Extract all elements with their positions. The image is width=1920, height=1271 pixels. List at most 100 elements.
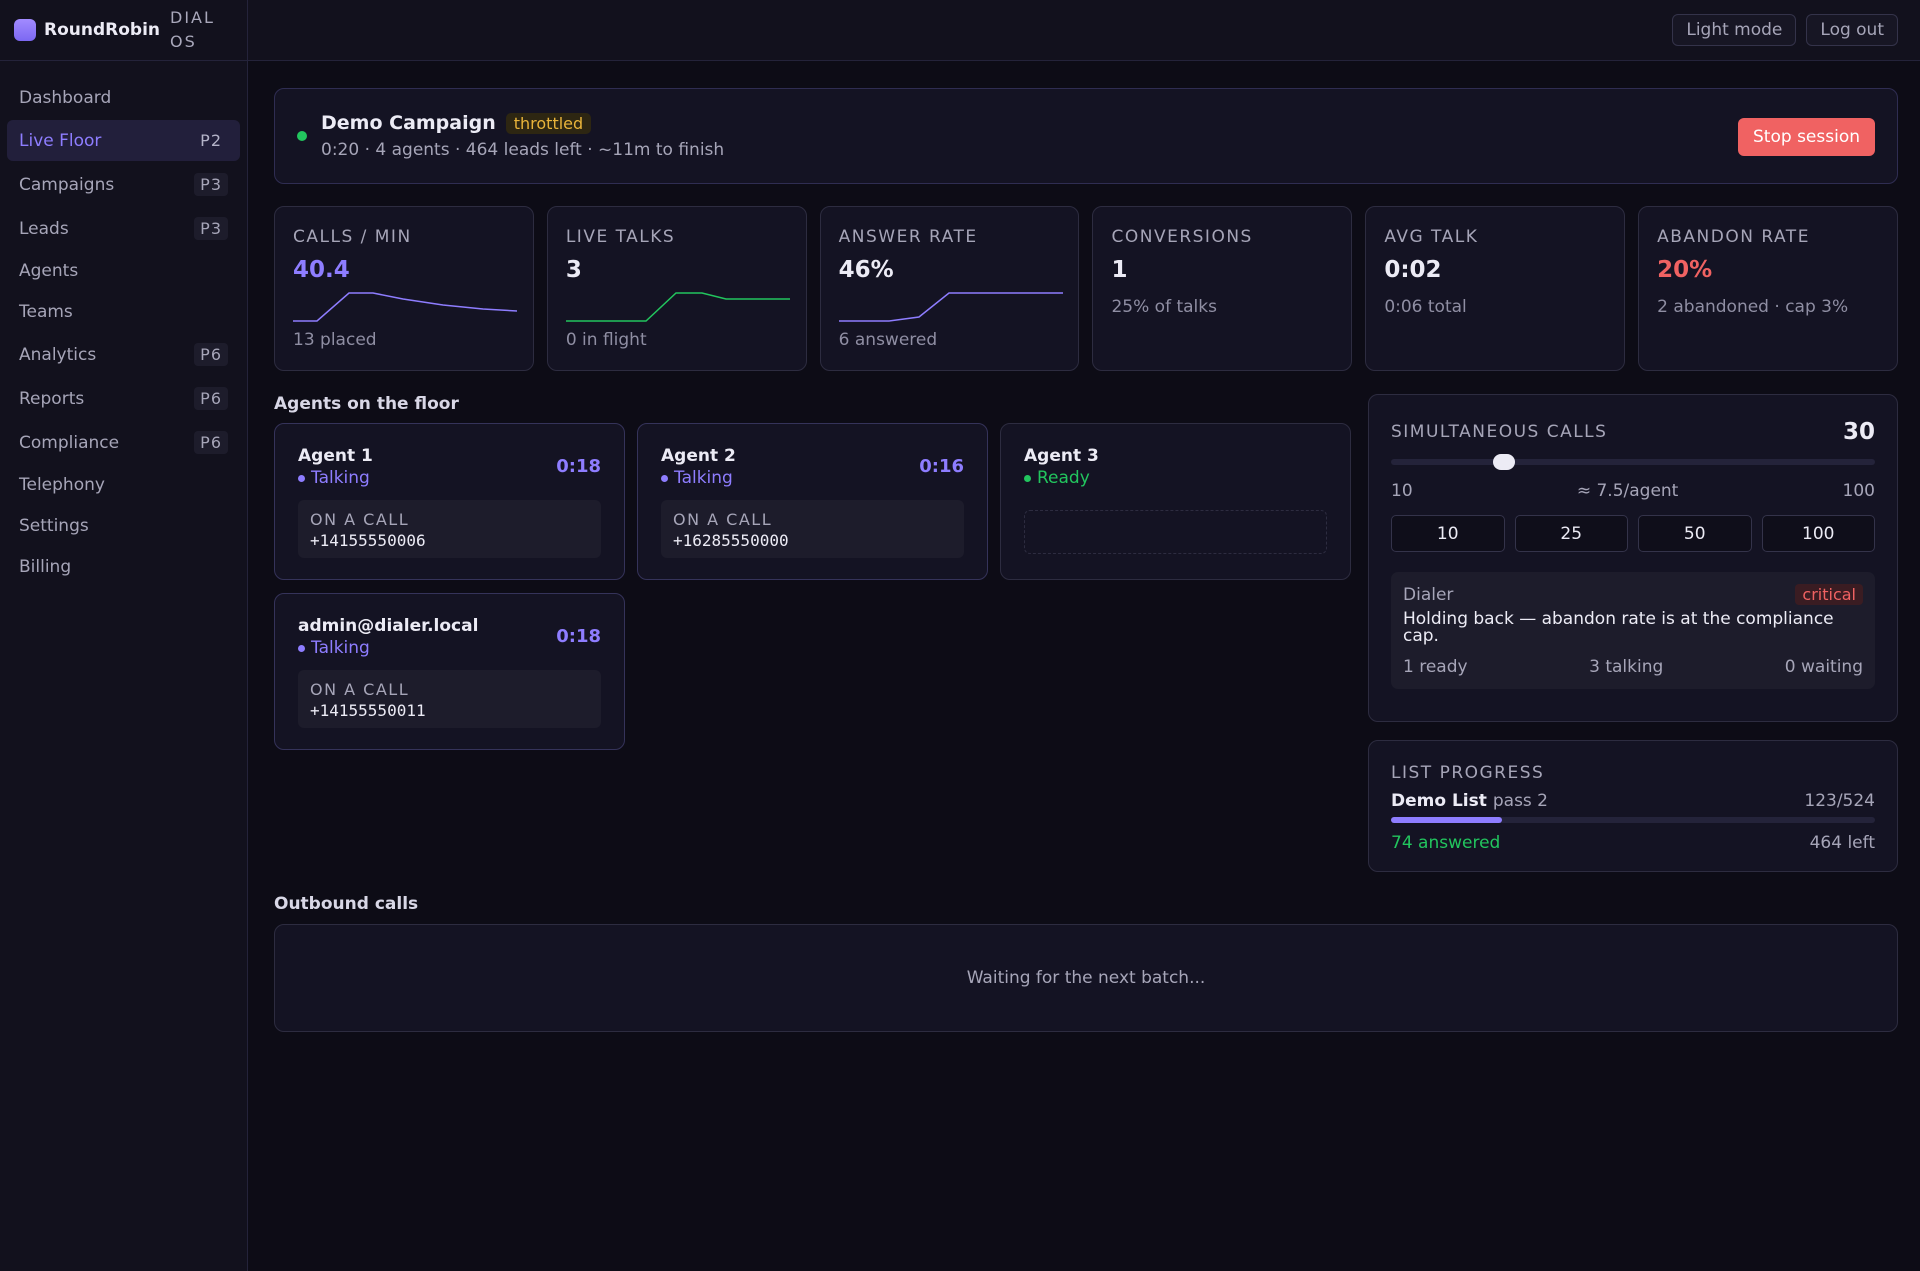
status-dot-icon [661,474,668,482]
nav-badge: P3 [194,217,228,240]
stat-conversions: CONVERSIONS 1 25% of talks [1092,206,1353,371]
sim-header: SIMULTANEOUS CALLS 30 [1391,419,1875,445]
preset-25-button[interactable]: 25 [1514,515,1628,552]
call-info: ON A CALL +14155550006 [298,500,601,558]
stat-label: CONVERSIONS [1111,227,1253,247]
list-footer: 74 answered 464 left [1391,833,1875,853]
sim-value: 30 [1842,419,1875,445]
nav-leads[interactable]: Leads P3 [7,208,240,249]
logo-icon [14,19,36,41]
list-count: 123/524 [1804,791,1875,811]
nav-badge: P3 [194,173,228,196]
call-label: ON A CALL [310,510,410,529]
slider-thumb[interactable] [1493,454,1515,470]
agent-card[interactable]: Agent 3 Ready [1000,423,1351,580]
preset-50-button[interactable]: 50 [1638,515,1752,552]
stat-live-talks: LIVE TALKS 3 0 in flight [546,206,807,371]
main-content: Demo Campaign throttled 0:20 · 4 agents … [274,88,1898,1032]
talking-count: 3 talking [1589,657,1664,677]
empty-call-slot [1024,510,1327,554]
brand: RoundRobin DIAL OS [0,0,247,61]
sim-label: SIMULTANEOUS CALLS [1391,422,1608,442]
nav-label: Agents [19,261,79,281]
dialer-status: Dialer critical Holding back — abandon r… [1391,572,1875,689]
call-number: +14155550006 [310,531,426,550]
agent-card[interactable]: admin@dialer.local Talking 0:18 ON A CAL… [274,593,625,750]
call-info: ON A CALL +14155550011 [298,670,601,728]
nav-analytics[interactable]: Analytics P6 [7,334,240,375]
nav-campaigns[interactable]: Campaigns P3 [7,164,240,205]
concurrency-slider[interactable] [1391,454,1875,470]
stat-sub: 0 in flight [565,330,647,350]
nav-billing[interactable]: Billing [7,548,240,586]
topbar: Light mode Log out [248,0,1920,61]
nav-label: Dashboard [19,88,112,108]
stat-sub: 13 placed [293,330,377,350]
slider-max: 100 [1842,481,1875,501]
stat-sub: 6 answered [838,330,938,350]
outbound-calls-panel: Waiting for the next batch... [274,924,1898,1032]
nav-label: Billing [19,557,72,577]
answered-count: 74 answered [1391,833,1501,853]
list-progress-panel: LIST PROGRESS Demo List pass 2 123/524 74… [1368,740,1898,872]
nav-label: Reports [19,388,85,409]
nav-agents[interactable]: Agents [7,252,240,290]
agent-card[interactable]: Agent 2 Talking 0:16 ON A CALL +16285550… [637,423,988,580]
status-dot-icon [298,644,305,652]
preset-100-button[interactable]: 100 [1761,515,1875,552]
nav-badge: P6 [194,387,228,410]
simultaneous-calls-panel: SIMULTANEOUS CALLS 30 10 ≈ 7.5/agent 100… [1368,394,1898,722]
app: RoundRobin DIAL OS Dashboard Live Floor … [0,0,1920,1271]
agent-status: Ready [1024,468,1327,488]
stat-value: 20% [1657,257,1713,283]
nav-reports[interactable]: Reports P6 [7,378,240,419]
nav-label: Compliance [19,432,120,453]
agents-section-title: Agents on the floor [274,394,459,414]
dialer-critical-badge: critical [1795,584,1863,605]
stat-value: 40.4 [293,257,350,283]
agent-status-label: Ready [1037,468,1090,488]
waiting-count: 0 waiting [1784,657,1863,677]
agent-status-label: Talking [674,468,733,488]
stat-label: CALLS / MIN [293,227,412,247]
call-info: ON A CALL +16285550000 [661,500,964,558]
nav-teams[interactable]: Teams [7,293,240,331]
list-title: Demo List pass 2 [1391,791,1548,811]
stat-value: 3 [565,257,582,283]
preset-10-button[interactable]: 10 [1391,515,1505,552]
per-agent-estimate: ≈ 7.5/agent [1576,481,1679,501]
stat-sub: 0:06 total [1384,297,1467,317]
agent-call-timer: 0:18 [556,626,601,647]
dialer-counts: 1 ready 3 talking 0 waiting [1403,657,1863,677]
outbound-section-title: Outbound calls [274,894,419,914]
stop-session-button[interactable]: Stop session [1738,118,1875,156]
agent-card[interactable]: Agent 1 Talking 0:18 ON A CALL +14155550… [274,423,625,580]
agent-name: Agent 3 [1024,446,1099,466]
list-progress-fill [1391,817,1503,823]
nav-settings[interactable]: Settings [7,507,240,545]
stat-abandon-rate: ABANDON RATE 20% 2 abandoned · cap 3% [1638,206,1898,371]
logout-button[interactable]: Log out [1806,14,1898,46]
nav-badge: P6 [194,343,228,366]
outbound-empty-message: Waiting for the next batch... [966,968,1206,988]
call-label: ON A CALL [310,680,410,699]
stat-label: AVG TALK [1384,227,1479,247]
preset-row: 10 25 50 100 [1391,515,1875,552]
stat-label: ABANDON RATE [1657,227,1810,247]
live-status-dot [297,131,307,141]
list-row: Demo List pass 2 123/524 [1391,791,1875,811]
dialer-message: Holding back — abandon rate is at the co… [1403,609,1834,646]
nav-compliance[interactable]: Compliance P6 [7,422,240,463]
agent-call-timer: 0:16 [919,456,964,477]
nav-telephony[interactable]: Telephony [7,466,240,504]
nav-dashboard[interactable]: Dashboard [7,79,240,117]
sidebar-nav: Dashboard Live Floor P2 Campaigns P3 Lea… [0,61,247,586]
ready-count: 1 ready [1403,657,1468,677]
campaign-title-row: Demo Campaign throttled [321,112,724,134]
nav-label: Analytics [19,344,97,365]
nav-live-floor[interactable]: Live Floor P2 [7,120,240,161]
agent-call-timer: 0:18 [556,456,601,477]
campaign-status-badge: throttled [505,112,592,134]
brand-sub: DIAL OS [170,8,215,51]
light-mode-button[interactable]: Light mode [1672,14,1797,46]
